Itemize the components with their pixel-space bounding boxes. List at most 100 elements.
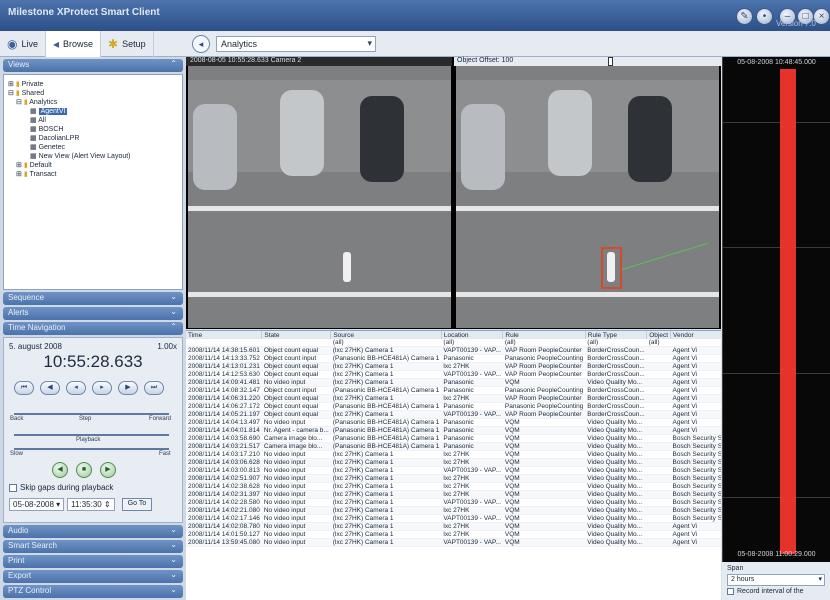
tree-item-agentvi[interactable]: ▦ AgentVI xyxy=(8,107,178,116)
time-field[interactable]: 11:35:30 ⇕ xyxy=(67,498,115,511)
table-row[interactable]: 2008/11/14 14:03:58.690 Camera image blo.… xyxy=(186,434,721,443)
table-row[interactable]: 2008/11/14 14:05:21.197 Object count equa… xyxy=(186,410,721,419)
tab-browse[interactable]: ◂ Browse xyxy=(46,31,102,57)
first-frame-button[interactable]: ⏮ xyxy=(14,381,34,395)
table-row[interactable]: 2008/11/14 14:03:00.813 No video input (lx… xyxy=(186,466,721,475)
back-view-button[interactable]: ◂ xyxy=(192,35,210,53)
next-sequence-button[interactable]: ▶ xyxy=(118,381,138,395)
previous-sequence-button[interactable]: ◀ xyxy=(40,381,60,395)
filter-row: (all) (all) (all) (all) (all) xyxy=(186,339,721,347)
help-icon[interactable]: • xyxy=(756,8,773,25)
wrench-icon[interactable]: ✎ xyxy=(736,8,753,25)
audio-header[interactable]: Audio ⌄ xyxy=(3,525,183,538)
column-source[interactable]: Source xyxy=(330,331,442,339)
table-row[interactable]: 2008/11/14 14:06:31.220 Object count equa… xyxy=(186,394,721,403)
table-row[interactable]: 2008/11/14 14:12:53.630 Object count equa… xyxy=(186,370,721,379)
speed-slider[interactable] xyxy=(14,434,169,436)
table-row[interactable]: 2008/11/14 14:01:59.127 No video input (lx… xyxy=(186,530,721,539)
table-row[interactable]: 2008/11/14 14:02:21.080 No video input (lx… xyxy=(186,506,721,515)
column-state[interactable]: State xyxy=(261,331,332,339)
table-row[interactable]: 2008/11/14 14:04:01.814 Nr. Agent - camer… xyxy=(186,426,721,435)
filter-cell[interactable]: (all) xyxy=(441,339,503,347)
previous-frame-button[interactable]: ◂ xyxy=(66,381,86,395)
tree-item-bosch[interactable]: ▦ BOSCH xyxy=(8,125,178,134)
table-row[interactable]: 2008/11/14 14:02:17.146 No video input (lx… xyxy=(186,514,721,523)
table-cell: VQM xyxy=(502,378,586,387)
table-row[interactable]: 2008/11/14 14:02:51.907 No video input (lx… xyxy=(186,474,721,483)
table-row[interactable]: 2008/11/14 14:08:32.147 Object count inpu… xyxy=(186,386,721,395)
filter-cell[interactable] xyxy=(186,339,262,347)
tree-shared[interactable]: ⊟ ▮ Shared xyxy=(8,89,178,98)
rate-slider[interactable] xyxy=(14,448,169,450)
tab-setup[interactable]: ✱ Setup xyxy=(101,31,154,57)
views-header[interactable]: Views ⌃ xyxy=(3,59,183,72)
offset-slider-knob[interactable] xyxy=(608,57,613,66)
table-row[interactable]: 2008/11/14 14:38:15.601 Object count equa… xyxy=(186,346,721,355)
crosswalk xyxy=(456,292,719,297)
playback-controls: ⏮ ◀ ◂ ▸ ▶ ⏭ xyxy=(14,381,164,395)
smart-search-header[interactable]: Smart Search ⌄ xyxy=(3,540,183,553)
column-vendor[interactable]: Vendor xyxy=(670,331,721,339)
table-row[interactable]: 2008/11/14 14:03:06.628 No video input (lx… xyxy=(186,458,721,467)
object-offset-bar[interactable]: Object Offset: 100 xyxy=(454,57,721,66)
view-select[interactable]: Analytics ▾ xyxy=(216,36,376,52)
record-interval-checkbox[interactable]: Record interval of the xyxy=(727,588,825,595)
time-navigation-header[interactable]: Time Navigation ⌃ xyxy=(3,322,183,335)
goto-button[interactable]: Go To xyxy=(121,498,153,511)
column-rule-type[interactable]: Rule Type xyxy=(585,331,648,339)
alerts-header[interactable]: Alerts ⌄ xyxy=(3,307,183,320)
table-cell: Video Quality Mo... xyxy=(585,474,647,483)
table-cell: Video Quality Mo... xyxy=(585,418,647,427)
filter-cell[interactable] xyxy=(670,339,721,347)
play-forward-button[interactable]: ▶ xyxy=(100,462,116,478)
column-object[interactable]: Object xyxy=(646,331,672,339)
tree-item-genetec[interactable]: ▦ Genetec xyxy=(8,143,178,152)
filter-cell[interactable]: (all) xyxy=(330,339,442,347)
tree-item-dacolianlpr[interactable]: ▦ DacolianLPR xyxy=(8,134,178,143)
tree-item-newview[interactable]: ▦ New View (Alert View Layout) xyxy=(8,152,178,161)
tree-item-all[interactable]: ▦ All xyxy=(8,116,178,125)
table-row[interactable]: 2008/11/14 13:59:45.080 No video input (lx… xyxy=(186,538,721,547)
filter-cell[interactable] xyxy=(261,339,331,347)
sequence-header[interactable]: Sequence ⌄ xyxy=(3,292,183,305)
table-cell: VQM xyxy=(502,530,586,539)
table-cell: Panasonic xyxy=(441,378,503,387)
direction-slider[interactable] xyxy=(14,413,169,415)
filter-cell[interactable]: (all) xyxy=(585,339,647,347)
camera-view-2[interactable] xyxy=(456,66,719,328)
table-row[interactable]: 2008/11/14 14:03:21.517 Camera image blo.… xyxy=(186,442,721,451)
column-time[interactable]: Time xyxy=(186,331,263,339)
tree-analytics[interactable]: ⊟ ▮ Analytics xyxy=(8,98,178,107)
date-field[interactable]: 05-08-2008 ▾ xyxy=(9,498,65,511)
last-frame-button[interactable]: ⏭ xyxy=(144,381,164,395)
next-frame-button[interactable]: ▸ xyxy=(92,381,112,395)
table-row[interactable]: 2008/11/14 14:02:08.780 No video input (lx… xyxy=(186,522,721,531)
tree-transact[interactable]: ⊞ ▮ Transact xyxy=(8,170,178,179)
table-row[interactable]: 2008/11/14 14:09:41.481 No video input (lx… xyxy=(186,378,721,387)
print-header[interactable]: Print ⌄ xyxy=(3,555,183,568)
table-row[interactable]: 2008/11/14 14:04:13.497 No video input (Pa… xyxy=(186,418,721,427)
span-select[interactable]: 2 hours ▾ xyxy=(727,574,825,586)
pause-button[interactable]: ■ xyxy=(76,462,92,478)
tree-private[interactable]: ⊞ ▮ Private xyxy=(8,80,178,89)
column-location[interactable]: Location xyxy=(441,331,504,339)
skip-gaps-checkbox[interactable]: Skip gaps during playback xyxy=(9,483,113,492)
table-row[interactable]: 2008/11/14 14:13:01.231 Object count equa… xyxy=(186,362,721,371)
camera-view-1[interactable] xyxy=(188,66,451,328)
column-rule[interactable]: Rule xyxy=(502,331,586,339)
export-header[interactable]: Export ⌄ xyxy=(3,570,183,583)
filter-cell[interactable]: (all) xyxy=(646,339,671,347)
table-row[interactable]: 2008/11/14 14:02:28.580 No video input (lx… xyxy=(186,498,721,507)
table-row[interactable]: 2008/11/14 14:06:27.172 Object count equa… xyxy=(186,402,721,411)
table-row[interactable]: 2008/11/14 14:02:31.397 No video input (lx… xyxy=(186,490,721,499)
play-reverse-button[interactable]: ◀ xyxy=(52,462,68,478)
timeline[interactable]: 05-08-2008 10:48:45.000 05-08-2008 11:00… xyxy=(722,57,830,562)
table-row[interactable]: 2008/11/14 14:02:38.628 No video input (lx… xyxy=(186,482,721,491)
table-row[interactable]: 2008/11/14 14:03:17.210 No video input (lx… xyxy=(186,450,721,459)
ptz-header[interactable]: PTZ Control ⌄ xyxy=(3,585,183,598)
alert-bar[interactable] xyxy=(780,69,796,554)
filter-cell[interactable]: (all) xyxy=(502,339,586,347)
tree-default[interactable]: ⊞ ▮ Default xyxy=(8,161,178,170)
tab-live[interactable]: ◉ Live xyxy=(0,31,46,57)
table-row[interactable]: 2008/11/14 14:13:33.752 Object count inpu… xyxy=(186,354,721,363)
